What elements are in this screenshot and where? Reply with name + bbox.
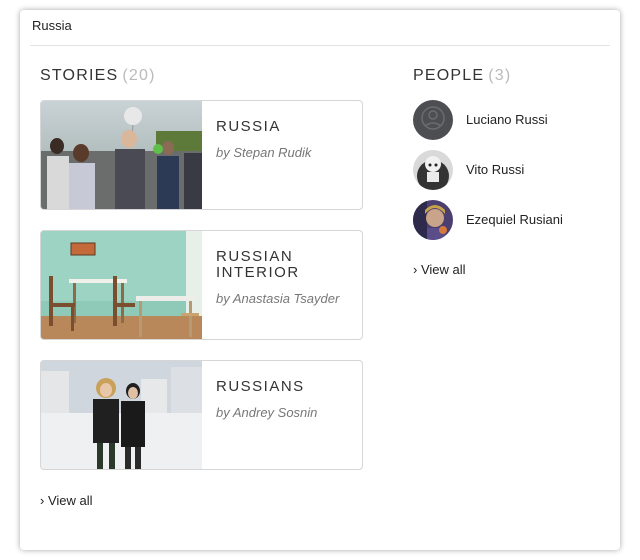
story-thumbnail[interactable] — [41, 361, 202, 469]
stories-count: (20) — [122, 67, 156, 84]
person-item[interactable]: Luciano Russi — [413, 100, 613, 140]
avatar[interactable] — [413, 150, 453, 190]
avatar[interactable] — [413, 200, 453, 240]
user-silhouette-icon — [413, 100, 453, 140]
search-bar[interactable]: Russia — [30, 10, 610, 46]
person-item[interactable]: Vito Russi — [413, 150, 613, 190]
stories-heading: STORIES (20) — [40, 67, 156, 85]
story-author[interactable]: by Andrey Sosnin — [216, 405, 317, 420]
person-name[interactable]: Vito Russi — [466, 162, 524, 177]
avatar[interactable] — [413, 100, 453, 140]
search-results-panel: Russia STORIES (20) RUSSIA by Stepan Rud… — [20, 10, 620, 550]
people-view-all-link[interactable]: › View all — [413, 262, 466, 277]
people-heading: PEOPLE (3) — [413, 67, 511, 85]
story-title[interactable]: RUSSIA — [216, 119, 356, 135]
search-query-text[interactable]: Russia — [32, 18, 72, 33]
story-author[interactable]: by Stepan Rudik — [216, 145, 311, 160]
person-name[interactable]: Ezequiel Rusiani — [466, 212, 563, 227]
story-card[interactable]: RUSSIANS by Andrey Sosnin — [40, 360, 363, 470]
story-author[interactable]: by Anastasia Tsayder — [216, 291, 339, 306]
person-item[interactable]: Ezequiel Rusiani — [413, 200, 613, 240]
story-title[interactable]: RUSSIAN INTERIOR — [216, 249, 356, 281]
story-card[interactable]: RUSSIAN INTERIOR by Anastasia Tsayder — [40, 230, 363, 340]
person-name[interactable]: Luciano Russi — [466, 112, 548, 127]
story-thumbnail[interactable] — [41, 231, 202, 339]
story-thumbnail[interactable] — [41, 101, 202, 209]
stories-heading-label: STORIES — [40, 67, 119, 84]
story-title[interactable]: RUSSIANS — [216, 379, 356, 395]
people-count: (3) — [488, 67, 512, 84]
stories-view-all-link[interactable]: › View all — [40, 493, 93, 508]
story-card[interactable]: RUSSIA by Stepan Rudik — [40, 100, 363, 210]
people-heading-label: PEOPLE — [413, 67, 485, 84]
